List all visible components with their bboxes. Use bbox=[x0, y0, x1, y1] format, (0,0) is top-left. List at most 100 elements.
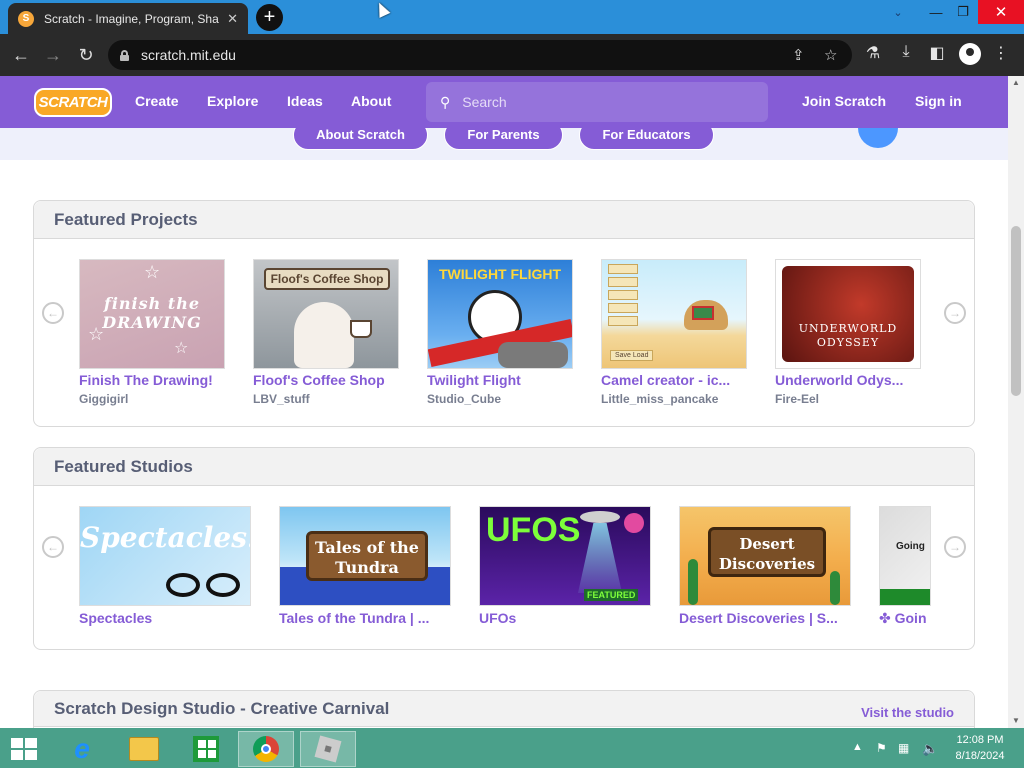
nav-ideas[interactable]: Ideas bbox=[287, 93, 323, 109]
project-card[interactable]: UNDERWORLD ODYSSEY Underworld Odys... Fi… bbox=[775, 259, 930, 406]
studio-card[interactable]: UFOS FEATURED UFOs bbox=[479, 506, 659, 626]
carousel-prev-icon[interactable]: ← bbox=[42, 302, 64, 324]
featured-projects-title: Featured Projects bbox=[54, 209, 198, 229]
project-thumbnail[interactable]: Floof's Coffee Shop bbox=[253, 259, 399, 369]
scroll-up-icon[interactable]: ▲ bbox=[1012, 78, 1020, 87]
forward-arrow-icon[interactable]: → bbox=[42, 44, 64, 66]
scroll-thumb[interactable] bbox=[1011, 226, 1021, 396]
studio-title[interactable]: Desert Discoveries | S... bbox=[679, 610, 859, 626]
browser-toolbar: ← → ↻ scratch.mit.edu ⇪ ☆ ⚗ ⤓ ◧ ⋮ bbox=[0, 34, 1024, 76]
volume-icon[interactable]: 🔈 bbox=[922, 741, 938, 757]
windows-taskbar: e ▲ ⚑ ▦ 🔈 12:08 PM 8/18/2024 bbox=[0, 728, 1024, 768]
studio-title[interactable]: ✤ Goin bbox=[879, 610, 931, 627]
thumbnail-text: Desert Discoveries bbox=[708, 527, 826, 577]
search-input[interactable]: ⚲ Search bbox=[426, 82, 768, 122]
featured-studios-title: Featured Studios bbox=[54, 456, 193, 476]
close-window-button[interactable]: ✕ bbox=[978, 0, 1024, 24]
scroll-down-icon[interactable]: ▼ bbox=[1012, 716, 1020, 725]
side-panel-icon[interactable]: ◧ bbox=[926, 43, 948, 63]
carousel-next-icon[interactable]: → bbox=[944, 536, 966, 558]
studio-title[interactable]: UFOs bbox=[479, 610, 659, 626]
chrome-icon[interactable] bbox=[238, 731, 294, 767]
project-card[interactable]: Save Load Camel creator - ic... Little_m… bbox=[601, 259, 756, 406]
project-title[interactable]: Underworld Odys... bbox=[775, 372, 930, 388]
nav-about[interactable]: About bbox=[351, 93, 391, 109]
menu-dots-icon[interactable]: ⋮ bbox=[990, 43, 1012, 63]
project-author[interactable]: Fire-Eel bbox=[775, 392, 930, 406]
new-tab-button[interactable]: + bbox=[256, 4, 283, 31]
nav-create[interactable]: Create bbox=[135, 93, 179, 109]
windows-start-icon[interactable] bbox=[0, 731, 48, 767]
tab-close-icon[interactable]: ✕ bbox=[227, 11, 238, 27]
search-icon: ⚲ bbox=[440, 93, 451, 110]
carousel-prev-icon[interactable]: ← bbox=[42, 536, 64, 558]
taskbar-clock[interactable]: 12:08 PM 8/18/2024 bbox=[950, 732, 1010, 764]
studio-card[interactable]: Tales of the Tundra Tales of the Tundra … bbox=[279, 506, 459, 626]
featured-studios-header: Featured Studios bbox=[34, 448, 974, 486]
studio-thumbnail[interactable]: Going bbox=[879, 506, 931, 606]
cup-illustration bbox=[350, 320, 372, 338]
download-icon[interactable]: ⤓ bbox=[895, 43, 917, 61]
profile-avatar-icon[interactable] bbox=[959, 43, 981, 65]
project-author[interactable]: Little_miss_pancake bbox=[601, 392, 756, 406]
project-card[interactable]: Floof's Coffee Shop Floof's Coffee Shop … bbox=[253, 259, 408, 406]
project-card[interactable]: finish the DRAWING ☆ ☆ ☆ Finish The Draw… bbox=[79, 259, 234, 406]
restore-button[interactable]: ❐ bbox=[948, 0, 978, 24]
studio-thumbnail[interactable]: Tales of the Tundra bbox=[279, 506, 451, 606]
project-author[interactable]: Studio_Cube bbox=[427, 392, 582, 406]
visit-studio-link[interactable]: Visit the studio bbox=[861, 705, 954, 720]
studio-thumbnail[interactable]: UFOS FEATURED bbox=[479, 506, 651, 606]
chevron-down-icon[interactable]: ⌄ bbox=[884, 0, 912, 24]
project-card[interactable]: TWILIGHT FLIGHT Twilight Flight Studio_C… bbox=[427, 259, 582, 406]
back-arrow-icon[interactable]: ← bbox=[10, 44, 32, 66]
page-scrollbar[interactable]: ▲ ▼ bbox=[1008, 76, 1024, 728]
store-icon[interactable] bbox=[178, 731, 234, 767]
featured-badge: FEATURED bbox=[584, 589, 639, 601]
action-center-icon[interactable]: ⚑ bbox=[876, 741, 887, 755]
studio-thumbnail[interactable]: Spectacles! bbox=[79, 506, 251, 606]
featured-projects-box: Featured Projects ← → finish the DRAWING… bbox=[33, 200, 975, 427]
project-title[interactable]: Camel creator - ic... bbox=[601, 372, 756, 388]
ufo-icon bbox=[580, 511, 620, 523]
studio-card[interactable]: Spectacles! Spectacles bbox=[79, 506, 259, 626]
star-icon: ☆ bbox=[88, 324, 105, 344]
project-author[interactable]: LBV_stuff bbox=[253, 392, 408, 406]
clock-time: 12:08 PM bbox=[956, 734, 1004, 746]
project-author[interactable]: Giggigirl bbox=[79, 392, 234, 406]
studio-title[interactable]: Spectacles bbox=[79, 610, 259, 626]
nav-explore[interactable]: Explore bbox=[207, 93, 258, 109]
project-title[interactable]: Floof's Coffee Shop bbox=[253, 372, 408, 388]
studio-card[interactable]: Going ✤ Goin bbox=[879, 506, 931, 627]
star-icon: ☆ bbox=[144, 262, 161, 282]
address-bar[interactable]: scratch.mit.edu ⇪ ☆ bbox=[108, 40, 852, 70]
share-icon[interactable]: ⇪ bbox=[792, 46, 805, 64]
carousel-next-icon[interactable]: → bbox=[944, 302, 966, 324]
studio-thumbnail[interactable]: Desert Discoveries bbox=[679, 506, 851, 606]
tray-expand-icon[interactable]: ▲ bbox=[852, 741, 863, 753]
scratch-logo[interactable]: SCRATCH bbox=[34, 88, 112, 117]
project-title[interactable]: Finish The Drawing! bbox=[79, 372, 234, 388]
project-thumbnail[interactable]: UNDERWORLD ODYSSEY bbox=[775, 259, 921, 369]
thumbnail-text: Tales of the Tundra bbox=[306, 531, 428, 581]
project-thumbnail[interactable]: finish the DRAWING ☆ ☆ ☆ bbox=[79, 259, 225, 369]
browser-tab[interactable]: S Scratch - Imagine, Program, Sha ✕ bbox=[8, 3, 248, 34]
studio-title[interactable]: Tales of the Tundra | ... bbox=[279, 610, 459, 626]
roblox-icon[interactable] bbox=[300, 731, 356, 767]
network-icon[interactable]: ▦ bbox=[898, 741, 909, 755]
file-explorer-icon[interactable] bbox=[116, 731, 172, 767]
reload-icon[interactable]: ↻ bbox=[75, 44, 97, 66]
bookmark-star-icon[interactable]: ☆ bbox=[824, 46, 837, 64]
cactus-icon bbox=[688, 559, 698, 605]
thumbnail-text: UNDERWORLD ODYSSEY bbox=[798, 322, 898, 349]
sign-in-link[interactable]: Sign in bbox=[915, 93, 962, 109]
page-viewport: About Scratch For Parents For Educators … bbox=[0, 76, 1008, 728]
join-scratch-link[interactable]: Join Scratch bbox=[802, 93, 886, 109]
project-title[interactable]: Twilight Flight bbox=[427, 372, 582, 388]
project-thumbnail[interactable]: Save Load bbox=[601, 259, 747, 369]
design-studio-title: Scratch Design Studio - Creative Carniva… bbox=[54, 698, 390, 718]
internet-explorer-icon[interactable]: e bbox=[54, 731, 110, 767]
extension-flask-icon[interactable]: ⚗ bbox=[862, 43, 884, 63]
studio-card[interactable]: Desert Discoveries Desert Discoveries | … bbox=[679, 506, 859, 626]
project-thumbnail[interactable]: TWILIGHT FLIGHT bbox=[427, 259, 573, 369]
beam-illustration bbox=[578, 523, 622, 593]
